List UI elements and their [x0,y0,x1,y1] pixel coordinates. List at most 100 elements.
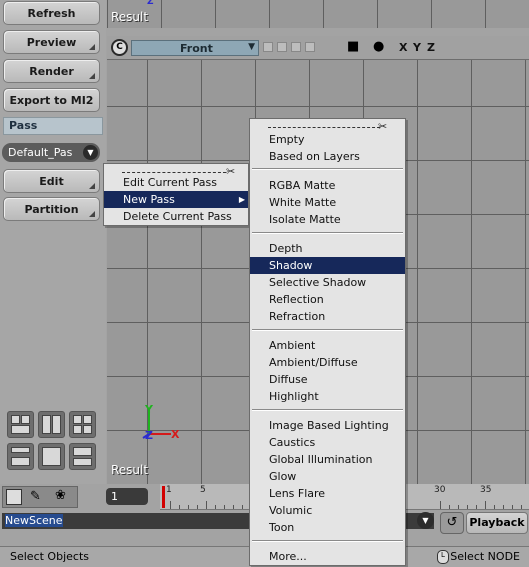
layout-column-icon[interactable] [38,443,65,470]
menu-item-refraction[interactable]: Refraction [250,308,405,325]
refresh-label: Refresh [27,6,76,20]
submenu-indicator-icon [89,211,95,217]
ruler-number: 1 [166,485,172,495]
render-toolbar: Refresh Preview Render Export to MI2 Pas… [0,0,106,484]
loop-icon[interactable]: ↺ [440,512,464,534]
dropdown-arrow-icon: ▼ [248,42,255,52]
menu-item-reflection[interactable]: Reflection [250,291,405,308]
menu-separator [252,540,403,542]
menu-item-label: Reflection [269,293,324,306]
refresh-button[interactable]: Refresh [3,1,100,25]
view-toggle-4[interactable] [305,42,315,52]
menu-item-glow[interactable]: Glow [250,468,405,485]
menu-item-highlight[interactable]: Highlight [250,388,405,405]
menu-item-selective-shadow[interactable]: Selective Shadow [250,274,405,291]
timeline-tools: ✎ ❀ [2,486,78,508]
ruler-number: 35 [480,485,492,495]
menu-item-volumic[interactable]: Volumic [250,502,405,519]
view-toggle-1[interactable] [263,42,273,52]
menu-item-label: Delete Current Pass [123,210,232,223]
edit-menu: ✂ Edit Current Pass New Pass ▶ Delete Cur… [103,163,249,226]
menu-separator [252,232,403,234]
menu-item-label: Empty [269,133,305,146]
layout-row-icon[interactable] [69,443,96,470]
menu-item-label: Highlight [269,390,319,403]
ruler-number: 5 [200,485,206,495]
menu-item-label: RGBA Matte [269,179,336,192]
render-button[interactable]: Render [3,59,100,83]
menu-item-label: Refraction [269,310,326,323]
preview-button[interactable]: Preview [3,30,100,54]
menu-item-more[interactable]: More... [250,548,405,565]
camera-icon[interactable]: ■ [347,39,359,54]
camera-select-value: Front [180,42,213,55]
eye-icon[interactable]: ● [373,39,384,54]
top-viewport[interactable]: Result Z [107,0,529,28]
camera-select[interactable]: Front ▼ [131,40,259,56]
palette-icon[interactable]: ❀ [55,488,66,503]
axis-z-label: Z [147,0,154,7]
view-toggle-2[interactable] [277,42,287,52]
menu-item-label: Edit Current Pass [123,176,217,189]
status-right-text: Select NODE [450,550,520,563]
menu-item-image-based-lighting[interactable]: Image Based Lighting [250,417,405,434]
menu-item-global-illumination[interactable]: Global Illumination [250,451,405,468]
menu-item-depth[interactable]: Depth [250,240,405,257]
pass-select[interactable]: Default_Pas ▼ [2,143,100,162]
menu-item-rgba-matte[interactable]: RGBA Matte [250,177,405,194]
menu-item-edit-current-pass[interactable]: Edit Current Pass [104,174,248,191]
menu-item-label: Selective Shadow [269,276,367,289]
menu-item-toon[interactable]: Toon [250,519,405,536]
menu-item-label: Toon [269,521,295,534]
menu-item-isolate-matte[interactable]: Isolate Matte [250,211,405,228]
menu-item-empty[interactable]: Empty [250,131,405,148]
export-mi2-button[interactable]: Export to MI2 [3,88,100,112]
menu-item-label: More... [269,550,307,563]
menu-item-caustics[interactable]: Caustics [250,434,405,451]
menu-item-shadow[interactable]: Shadow [250,257,405,274]
menu-item-lens-flare[interactable]: Lens Flare [250,485,405,502]
menu-item-white-matte[interactable]: White Matte [250,194,405,211]
menu-item-label: Shadow [269,259,313,272]
tearoff-line[interactable] [268,127,380,128]
view-toggle-3[interactable] [291,42,301,52]
playback-label: Playback [469,516,525,529]
brush-icon[interactable]: ✎ [30,489,41,504]
axis-z-label: Z [145,429,153,442]
menu-item-new-pass[interactable]: New Pass ▶ [104,191,248,208]
layers-icon[interactable] [6,489,22,505]
menu-item-ambient-diffuse[interactable]: Ambient/Diffuse [250,354,405,371]
camera-menu-icon[interactable]: C [111,39,128,56]
menu-item-label: Glow [269,470,297,483]
edit-label: Edit [39,174,64,188]
menu-separator [252,168,403,170]
axis-y-toggle[interactable]: Y [413,41,421,54]
menu-item-label: Based on Layers [269,150,360,163]
tearoff-line[interactable] [122,172,226,173]
menu-item-diffuse[interactable]: Diffuse [250,371,405,388]
dropdown-arrow-icon[interactable]: ▼ [417,512,434,529]
layout-quad-icon[interactable] [7,411,34,438]
preview-label: Preview [26,35,77,49]
playhead[interactable] [162,486,165,508]
playback-button[interactable]: Playback [466,512,528,534]
menu-item-label: New Pass [123,193,175,206]
partition-button[interactable]: Partition [3,197,100,221]
layout-grid-icon[interactable] [7,443,34,470]
mouse-button-icon: L [437,550,449,564]
menu-item-label: Isolate Matte [269,213,341,226]
menu-item-label: Ambient [269,339,316,352]
edit-button[interactable]: Edit [3,169,100,193]
axis-x-toggle[interactable]: X [399,41,407,54]
menu-separator [252,329,403,331]
export-label: Export to MI2 [9,93,94,107]
menu-item-label: Image Based Lighting [269,419,389,432]
layout-split-icon[interactable] [38,411,65,438]
menu-item-ambient[interactable]: Ambient [250,337,405,354]
layout-four-icon[interactable] [69,411,96,438]
current-frame-field[interactable]: 1 [106,488,148,505]
axis-y-label: Y [145,403,153,416]
menu-item-based-on-layers[interactable]: Based on Layers [250,148,405,165]
axis-z-toggle[interactable]: Z [427,41,435,54]
menu-item-delete-current-pass[interactable]: Delete Current Pass [104,208,248,225]
